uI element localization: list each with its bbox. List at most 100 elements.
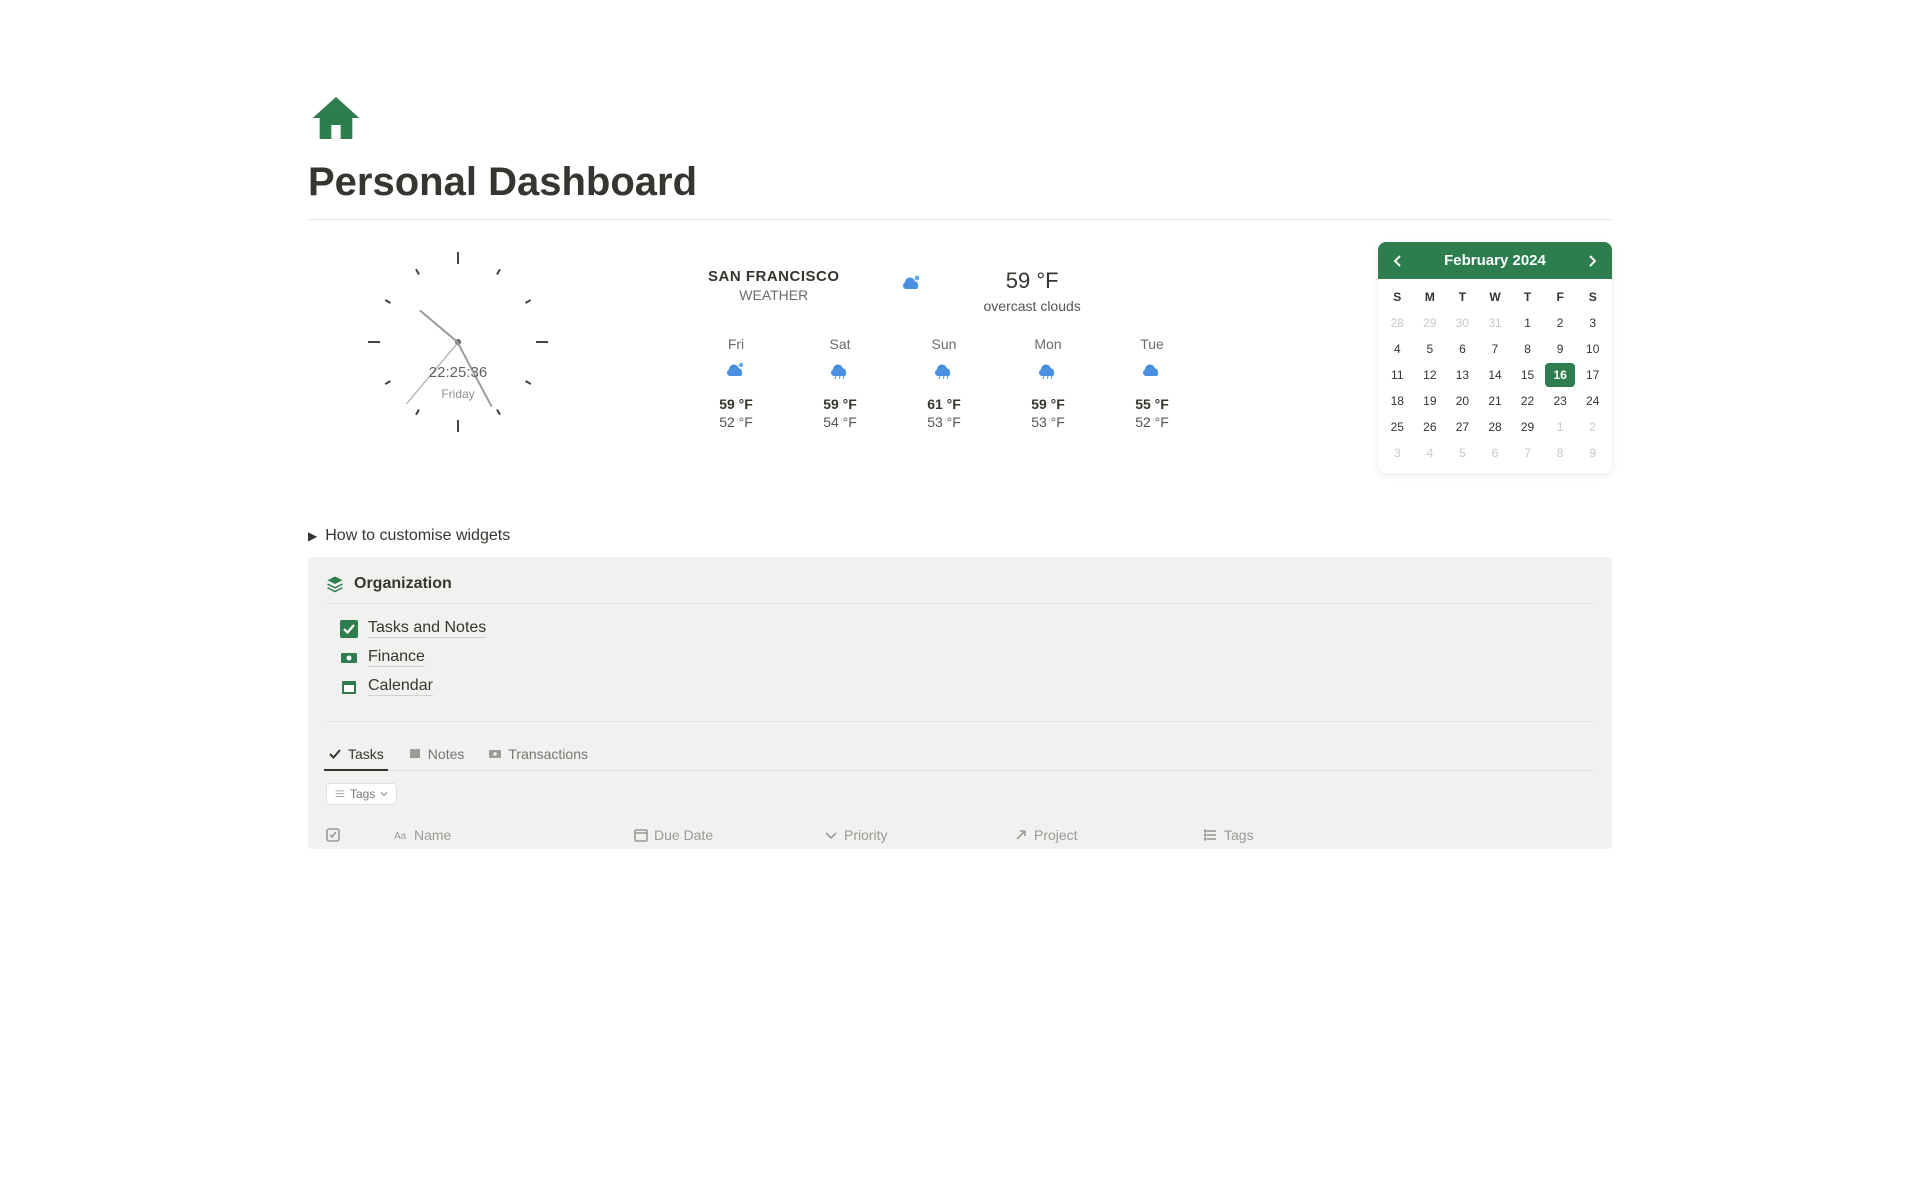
forecast-day-name: Tue xyxy=(1124,336,1180,352)
clock-day: Friday xyxy=(441,387,474,401)
calendar-day[interactable]: 12 xyxy=(1415,363,1446,387)
org-link[interactable]: Tasks and Notes xyxy=(340,614,1594,643)
calendar-day[interactable]: 4 xyxy=(1415,441,1446,465)
disclosure-label: How to customise widgets xyxy=(325,527,510,545)
calendar-day[interactable]: 20 xyxy=(1447,389,1478,413)
org-link[interactable]: Calendar xyxy=(340,672,1594,701)
relation-icon xyxy=(1014,828,1028,842)
calendar-day[interactable]: 6 xyxy=(1447,337,1478,361)
calendar-day[interactable]: 1 xyxy=(1512,311,1543,335)
column-due-date[interactable]: Due Date xyxy=(634,827,784,843)
calendar-day[interactable]: 9 xyxy=(1545,337,1576,361)
calendar-dow: W xyxy=(1480,285,1511,309)
calendar-day[interactable]: 9 xyxy=(1577,441,1608,465)
forecast-day: Sun61 °F53 °F xyxy=(916,336,972,430)
weather-now-condition: overcast clouds xyxy=(984,298,1081,314)
column-name[interactable]: Aa Name xyxy=(394,827,594,843)
calendar-day[interactable]: 8 xyxy=(1512,337,1543,361)
org-link-label: Finance xyxy=(368,648,425,667)
calendar-day[interactable]: 25 xyxy=(1382,415,1413,439)
forecast-high: 59 °F xyxy=(812,396,868,412)
calendar-day[interactable]: 14 xyxy=(1480,363,1511,387)
calendar-day[interactable]: 7 xyxy=(1512,441,1543,465)
page-title: Personal Dashboard xyxy=(308,160,1612,205)
calendar-day[interactable]: 28 xyxy=(1480,415,1511,439)
org-link-label: Calendar xyxy=(368,677,433,696)
forecast-low: 53 °F xyxy=(916,414,972,430)
calendar-day[interactable]: 19 xyxy=(1415,389,1446,413)
calendar-day[interactable]: 4 xyxy=(1382,337,1413,361)
calendar-day[interactable]: 24 xyxy=(1577,389,1608,413)
calendar-day[interactable]: 13 xyxy=(1447,363,1478,387)
customise-widgets-disclosure[interactable]: ▶ How to customise widgets xyxy=(308,527,1612,545)
forecast-day: Mon59 °F53 °F xyxy=(1020,336,1076,430)
layers-icon xyxy=(326,575,344,593)
forecast-high: 59 °F xyxy=(708,396,764,412)
org-link[interactable]: Finance xyxy=(340,643,1594,672)
column-project[interactable]: Project xyxy=(1014,827,1164,843)
calendar-day[interactable]: 31 xyxy=(1480,311,1511,335)
forecast-day-name: Fri xyxy=(708,336,764,352)
forecast-low: 52 °F xyxy=(708,414,764,430)
tab-label: Transactions xyxy=(508,746,588,762)
calendar-day[interactable]: 27 xyxy=(1447,415,1478,439)
calendar-day[interactable]: 21 xyxy=(1480,389,1511,413)
calendar-day[interactable]: 2 xyxy=(1545,311,1576,335)
calendar-day[interactable]: 18 xyxy=(1382,389,1413,413)
tags-filter-chip[interactable]: Tags xyxy=(326,783,397,805)
calendar-day[interactable]: 5 xyxy=(1447,441,1478,465)
calendar-dow: F xyxy=(1545,285,1576,309)
calendar-day[interactable]: 2 xyxy=(1577,415,1608,439)
column-tags[interactable]: Tags xyxy=(1204,827,1354,843)
calendar-day[interactable]: 29 xyxy=(1512,415,1543,439)
calendar-day[interactable]: 3 xyxy=(1382,441,1413,465)
calendar-prev-button[interactable] xyxy=(1390,253,1406,269)
calendar-day[interactable]: 1 xyxy=(1545,415,1576,439)
calendar-dow: T xyxy=(1447,285,1478,309)
book-icon xyxy=(408,747,422,761)
organization-panel: Organization Tasks and NotesFinanceCalen… xyxy=(308,557,1612,849)
calendar-day[interactable]: 26 xyxy=(1415,415,1446,439)
calendar-dow: T xyxy=(1512,285,1543,309)
calendar-day[interactable]: 16 xyxy=(1545,363,1576,387)
calendar-day[interactable]: 11 xyxy=(1382,363,1413,387)
svg-text:Aa: Aa xyxy=(394,831,407,842)
forecast-day-name: Mon xyxy=(1020,336,1076,352)
calendar-day[interactable]: 28 xyxy=(1382,311,1413,335)
calendar-dow: S xyxy=(1577,285,1608,309)
calendar-day[interactable]: 30 xyxy=(1447,311,1478,335)
calendar-day[interactable]: 29 xyxy=(1415,311,1446,335)
calendar-day[interactable]: 23 xyxy=(1545,389,1576,413)
calendar-day[interactable]: 6 xyxy=(1480,441,1511,465)
calendar-day[interactable]: 8 xyxy=(1545,441,1576,465)
checkbox-column-icon[interactable] xyxy=(326,828,340,842)
calendar-dow: M xyxy=(1415,285,1446,309)
org-link-label: Tasks and Notes xyxy=(368,619,486,638)
tab-label: Notes xyxy=(428,746,465,762)
calendar-day[interactable]: 3 xyxy=(1577,311,1608,335)
forecast-high: 61 °F xyxy=(916,396,972,412)
weather-subtitle: WEATHER xyxy=(708,287,840,303)
multiselect-icon xyxy=(1204,828,1218,842)
calendar-dow: S xyxy=(1382,285,1413,309)
calendar-day[interactable]: 22 xyxy=(1512,389,1543,413)
forecast-low: 54 °F xyxy=(812,414,868,430)
calendar-next-button[interactable] xyxy=(1584,253,1600,269)
clock-time: 22:25:36 xyxy=(429,364,487,381)
weather-icon xyxy=(916,360,972,386)
weather-now-temp: 59 °F xyxy=(984,268,1081,294)
tab-transactions[interactable]: Transactions xyxy=(486,740,590,770)
cash-sm-icon xyxy=(488,747,502,761)
column-priority[interactable]: Priority xyxy=(824,827,974,843)
calendar-day[interactable]: 10 xyxy=(1577,337,1608,361)
disclosure-triangle-icon: ▶ xyxy=(308,529,317,543)
calendar-day[interactable]: 5 xyxy=(1415,337,1446,361)
check-icon xyxy=(328,747,342,761)
forecast-day: Sat 59 °F 54 °F xyxy=(812,336,868,430)
calendar-day[interactable]: 15 xyxy=(1512,363,1543,387)
tab-notes[interactable]: Notes xyxy=(406,740,467,770)
tab-tasks[interactable]: Tasks xyxy=(326,740,386,770)
calendar-day[interactable]: 17 xyxy=(1577,363,1608,387)
forecast-day-name: Sat xyxy=(812,336,868,352)
calendar-day[interactable]: 7 xyxy=(1480,337,1511,361)
